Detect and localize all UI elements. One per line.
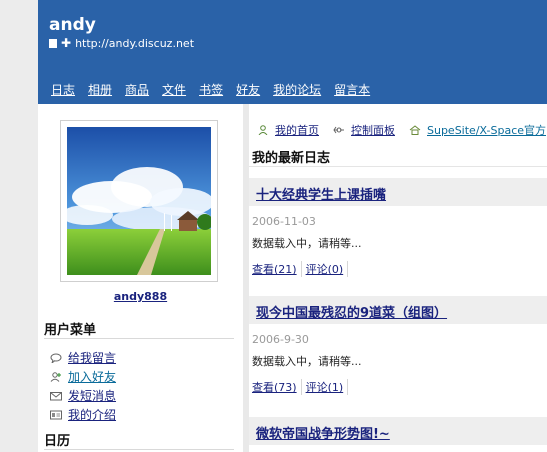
site-url[interactable]: http://andy.discuz.net bbox=[75, 37, 194, 50]
control-panel-icon bbox=[333, 126, 344, 134]
left-margin bbox=[0, 0, 38, 452]
blog-post: 微软帝国战争形势图!~ bbox=[249, 417, 547, 452]
main-nav: 日志 相册 商品 文件 书签 好友 我的论坛 留言本 bbox=[51, 81, 383, 98]
nav-files[interactable]: 文件 bbox=[162, 81, 186, 98]
envelope-icon bbox=[50, 391, 62, 400]
views-link[interactable]: 查看(21) bbox=[252, 261, 302, 277]
blog-post: 现今中国最残忍的9道菜（组图） 2006-9-30 数据载入中，请稍等... 查… bbox=[249, 296, 547, 416]
nav-blog[interactable]: 日志 bbox=[51, 81, 75, 98]
user-menu: 给我留言 加入好友 发短消息 我的介绍 bbox=[50, 348, 116, 424]
section-title: 我的最新日志 bbox=[252, 151, 331, 166]
home-icon bbox=[409, 125, 421, 135]
post-excerpt: 数据载入中，请稍等... bbox=[252, 355, 362, 368]
site-title: andy bbox=[49, 15, 96, 35]
speech-bubble-icon bbox=[50, 353, 62, 363]
post-title-bar: 现今中国最残忍的9道菜（组图） bbox=[249, 296, 547, 324]
calendar-title: 日历 bbox=[44, 434, 71, 449]
menu-item-my-intro[interactable]: 我的介绍 bbox=[50, 405, 116, 424]
menu-item-send-message[interactable]: 发短消息 bbox=[50, 386, 116, 405]
page: andy ✚ http://andy.discuz.net 日志 相册 商品 文… bbox=[0, 0, 547, 452]
document-icon[interactable] bbox=[49, 39, 57, 48]
avatar-landscape-image bbox=[67, 127, 211, 275]
avatar[interactable] bbox=[67, 127, 211, 275]
person-icon bbox=[258, 125, 268, 135]
quick-link-label[interactable]: SupeSite/X-Space官方 bbox=[427, 122, 546, 138]
username-link[interactable]: andy888 bbox=[38, 290, 243, 303]
nav-guestbook[interactable]: 留言本 bbox=[334, 81, 370, 98]
quick-link-official-site[interactable]: SupeSite/X-Space官方 bbox=[409, 122, 546, 138]
menu-item-label[interactable]: 我的介绍 bbox=[68, 406, 116, 423]
post-date: 2006-11-03 bbox=[252, 215, 316, 228]
post-date: 2006-9-30 bbox=[252, 333, 309, 346]
post-actions: 查看(73) 评论(1) bbox=[252, 379, 349, 395]
site-url-row: ✚ http://andy.discuz.net bbox=[49, 37, 194, 50]
user-menu-title: 用户菜单 bbox=[44, 323, 97, 338]
nav-friends[interactable]: 好友 bbox=[236, 81, 260, 98]
post-actions: 查看(21) 评论(0) bbox=[252, 261, 349, 277]
post-title-link[interactable]: 十大经典学生上课插嘴 bbox=[256, 184, 386, 203]
quick-link-control-panel[interactable]: 控制面板 bbox=[333, 122, 395, 138]
nav-bookmarks[interactable]: 书签 bbox=[199, 81, 223, 98]
plus-icon[interactable]: ✚ bbox=[61, 37, 71, 49]
id-card-icon bbox=[50, 410, 62, 419]
quick-link-home[interactable]: 我的首页 bbox=[257, 122, 319, 138]
quick-link-label[interactable]: 我的首页 bbox=[275, 122, 319, 138]
menu-item-label[interactable]: 给我留言 bbox=[68, 349, 116, 366]
post-title-bar: 十大经典学生上课插嘴 bbox=[249, 178, 547, 206]
quick-links: 我的首页 控制面板 SupeSite/X-Space官方 bbox=[257, 122, 547, 138]
blog-post: 十大经典学生上课插嘴 2006-11-03 数据载入中，请稍等... 查看(21… bbox=[249, 178, 547, 298]
nav-goods[interactable]: 商品 bbox=[125, 81, 149, 98]
comments-link[interactable]: 评论(1) bbox=[306, 379, 349, 395]
post-title-link[interactable]: 微软帝国战争形势图!~ bbox=[256, 423, 390, 442]
divider bbox=[44, 449, 234, 450]
post-excerpt: 数据载入中，请稍等... bbox=[252, 237, 362, 250]
post-title-bar: 微软帝国战争形势图!~ bbox=[249, 417, 547, 445]
menu-item-leave-message[interactable]: 给我留言 bbox=[50, 348, 116, 367]
blog-header: andy ✚ http://andy.discuz.net 日志 相册 商品 文… bbox=[38, 0, 547, 104]
menu-item-label[interactable]: 发短消息 bbox=[68, 387, 116, 404]
nav-my-forum[interactable]: 我的论坛 bbox=[273, 81, 321, 98]
avatar-frame bbox=[60, 120, 218, 282]
main-content: 我的首页 控制面板 SupeSite/X-Space官方 我的最新日志 十大经典… bbox=[249, 104, 547, 452]
post-title-link[interactable]: 现今中国最残忍的9道菜（组图） bbox=[256, 302, 447, 321]
views-link[interactable]: 查看(73) bbox=[252, 379, 302, 395]
divider bbox=[249, 166, 547, 167]
menu-item-add-friend[interactable]: 加入好友 bbox=[50, 367, 116, 386]
divider bbox=[44, 338, 234, 339]
sidebar: andy888 用户菜单 给我留言 加入好友 发短消息 我的介绍 日历 bbox=[38, 104, 243, 452]
nav-album[interactable]: 相册 bbox=[88, 81, 112, 98]
comments-link[interactable]: 评论(0) bbox=[306, 261, 349, 277]
add-friend-icon bbox=[50, 371, 61, 382]
menu-item-label[interactable]: 加入好友 bbox=[68, 368, 116, 385]
quick-link-label[interactable]: 控制面板 bbox=[351, 122, 395, 138]
